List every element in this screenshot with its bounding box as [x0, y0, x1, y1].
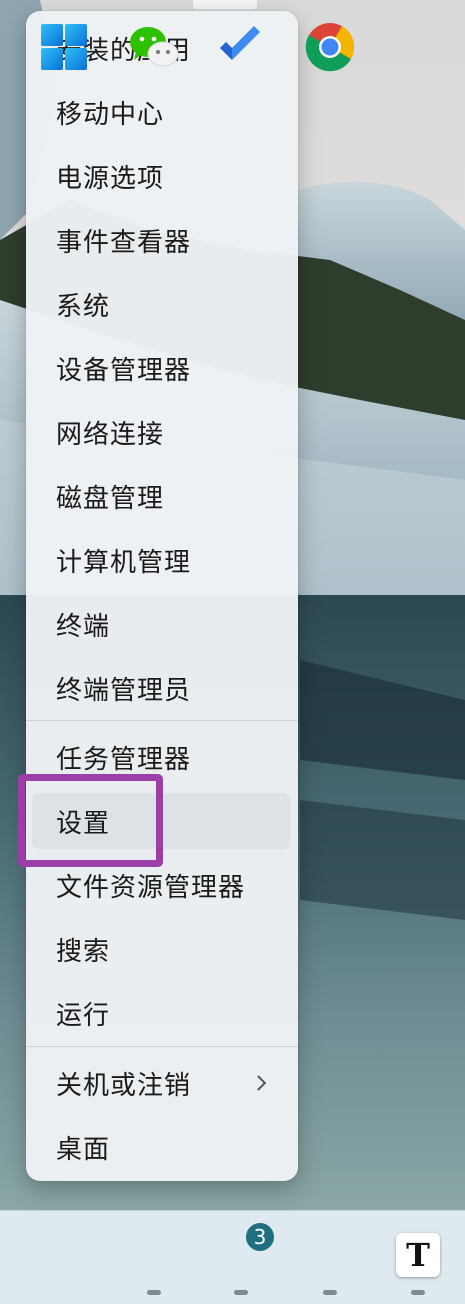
- menu-item-label: 运行: [56, 1000, 111, 1031]
- menu-item-terminal[interactable]: 终端: [32, 596, 290, 652]
- menu-item-disk-management[interactable]: 磁盘管理: [32, 468, 290, 524]
- typora-icon: T: [406, 1236, 430, 1274]
- menu-item-label: 设备管理器: [56, 355, 192, 386]
- wechat-icon: [130, 27, 179, 67]
- menu-item-label: 计算机管理: [56, 547, 192, 578]
- chevron-right-icon: [250, 1075, 267, 1091]
- menu-item-label: 桌面: [56, 1134, 111, 1165]
- taskbar-app-wechat[interactable]: [128, 22, 179, 72]
- quick-link-menu: 安装的应用 移动中心 电源选项 事件查看器 系统 设备管理器 网络连接 磁盘管理…: [26, 11, 298, 1181]
- notification-badge: 3: [244, 1221, 276, 1253]
- menu-item-label: 关机或注销: [56, 1070, 192, 1101]
- menu-item-device-manager[interactable]: 设备管理器: [32, 340, 290, 396]
- taskbar-app-todo[interactable]: [216, 22, 266, 72]
- chrome-icon: [305, 23, 355, 72]
- menu-item-label: 网络连接: [56, 419, 165, 450]
- taskbar-app-chrome[interactable]: [305, 22, 355, 72]
- menu-item-label: 搜索: [56, 936, 111, 967]
- menu-item-label: 任务管理器: [56, 744, 192, 775]
- menu-item-label: 系统: [56, 291, 111, 322]
- menu-item-desktop[interactable]: 桌面: [32, 1119, 290, 1175]
- menu-item-terminal-admin[interactable]: 终端管理员: [32, 660, 290, 716]
- menu-item-power-options[interactable]: 电源选项: [32, 148, 290, 204]
- menu-item-label: 移动中心: [56, 99, 165, 130]
- windows-start-icon: [41, 24, 87, 70]
- menu-item-computer-management[interactable]: 计算机管理: [32, 532, 290, 588]
- menu-item-label: 文件资源管理器: [56, 872, 246, 903]
- running-indicator: [234, 1290, 248, 1295]
- menu-item-label: 事件查看器: [56, 227, 192, 258]
- menu-item-label: 终端: [56, 611, 111, 642]
- menu-item-label: 电源选项: [56, 163, 165, 194]
- menu-item-network-connections[interactable]: 网络连接: [32, 404, 290, 460]
- start-button[interactable]: [39, 22, 89, 72]
- menu-item-mobility-center[interactable]: 移动中心: [32, 84, 290, 140]
- menu-item-event-viewer[interactable]: 事件查看器: [32, 212, 290, 268]
- menu-item-search[interactable]: 搜索: [32, 921, 290, 977]
- menu-item-label: 磁盘管理: [56, 483, 165, 514]
- highlight-annotation-box: [18, 774, 163, 867]
- menu-separator: [26, 1046, 298, 1047]
- menu-separator: [26, 720, 298, 721]
- running-indicator: [411, 1290, 425, 1295]
- menu-item-label: 终端管理员: [56, 675, 192, 706]
- running-indicator: [147, 1290, 161, 1295]
- running-indicator: [323, 1290, 337, 1295]
- todo-icon: [220, 26, 260, 60]
- menu-item-system[interactable]: 系统: [32, 276, 290, 332]
- menu-item-shutdown-signout[interactable]: 关机或注销: [32, 1055, 290, 1111]
- menu-item-run[interactable]: 运行: [32, 985, 290, 1041]
- window-edge: [193, 0, 257, 9]
- taskbar-app-typora[interactable]: T: [396, 1233, 440, 1277]
